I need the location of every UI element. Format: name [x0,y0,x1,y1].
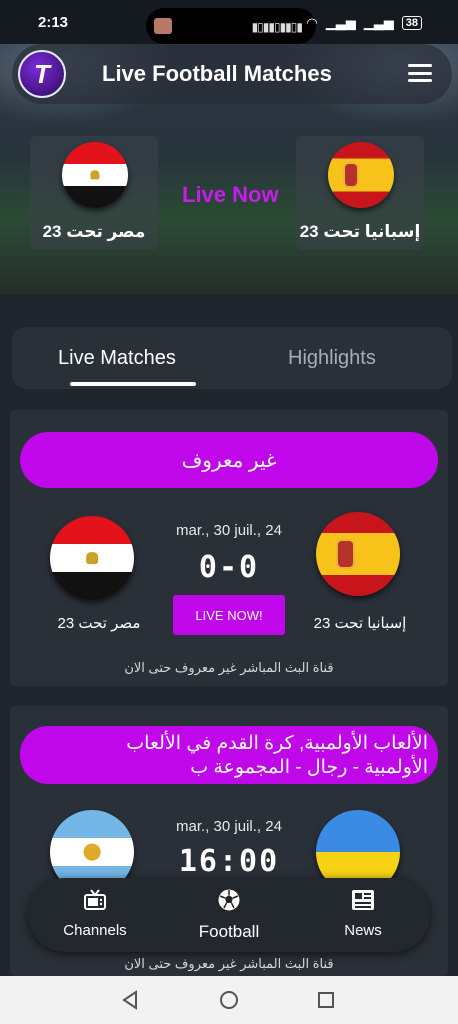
match-card[interactable]: غير معروف mar., 30 juil., 24 0-0 LIVE NO… [10,410,448,686]
featured-home-name: مصر تحت 23 [42,222,146,241]
match-score: 0-0 [198,550,260,585]
channel-info: قناة البث المباشر غير معروف حتى الان [124,660,334,675]
soccer-ball-icon [174,886,284,914]
back-icon[interactable] [120,990,140,1015]
home-team-name: مصر تحت 23 [57,615,141,632]
league-banner: غير معروف [20,432,438,488]
channel-info: قناة البث المباشر غير معروف حتى الان [124,956,334,971]
status-time: 2:13 [38,14,69,31]
audio-wave-icon: ▮▯▮▮▯▮▮▯▮ [251,20,303,34]
home-icon[interactable] [219,990,239,1015]
featured-status: Live Now [182,182,279,207]
live-now-button[interactable]: LIVE NOW! [173,595,285,635]
featured-away-name: إسبانيا تحت 23 [299,222,421,241]
signal-icon: ▁▃▅ [325,15,356,30]
recents-icon[interactable] [316,990,336,1015]
featured-match-hero[interactable]: T Live Football Matches مصر تحت 23 Live … [0,44,458,294]
system-navigation-bar [0,976,458,1024]
away-team-name: إسبانيا تحت 23 [313,615,407,632]
featured-away-team[interactable]: إسبانيا تحت 23 [296,136,424,250]
app-bar: T Live Football Matches [12,44,452,104]
menu-icon[interactable] [408,64,432,82]
bottom-navigation: Channels Football News [28,878,430,952]
battery-icon: 38 [401,16,422,30]
featured-home-team[interactable]: مصر تحت 23 [30,136,158,250]
dynamic-island: ▮▯▮▮▯▮▮▯▮ [146,8,316,44]
egypt-flag-icon [62,142,128,208]
media-thumbnail-icon [154,18,172,34]
nav-news[interactable]: News [308,886,418,939]
tab-live-matches[interactable]: Live Matches [58,347,176,370]
egypt-flag-icon [50,516,134,600]
app-title: Live Football Matches [102,61,332,86]
nav-channels[interactable]: Channels [40,886,150,939]
tv-icon [40,886,150,914]
spain-flag-icon [328,142,394,208]
newspaper-icon [308,886,418,914]
match-date: mar., 30 juil., 24 [176,818,282,835]
tab-bar: Live Matches Highlights [12,327,452,389]
status-bar: 2:13 ▮▯▮▮▯▮▮▯▮ ◠ ▁▃▅ ▁▃▅ 38 [0,0,458,44]
active-tab-indicator [70,382,196,386]
status-icons: ◠ ▁▃▅ ▁▃▅ 38 [306,15,422,31]
league-banner: الألعاب الأولمبية, كرة القدم في الألعاب … [20,726,438,784]
match-time: 16:00 [178,844,280,879]
nav-football-label: Football [198,922,260,941]
match-date: mar., 30 juil., 24 [176,522,282,539]
wifi-icon: ◠ [306,15,318,30]
spain-flag-icon [316,512,400,596]
tab-highlights[interactable]: Highlights [288,347,376,370]
nav-news-label: News [344,922,382,939]
nav-football[interactable]: Football [174,886,284,942]
app-logo[interactable]: T [18,50,66,98]
signal-icon-2: ▁▃▅ [363,15,394,30]
nav-channels-label: Channels [63,922,127,939]
